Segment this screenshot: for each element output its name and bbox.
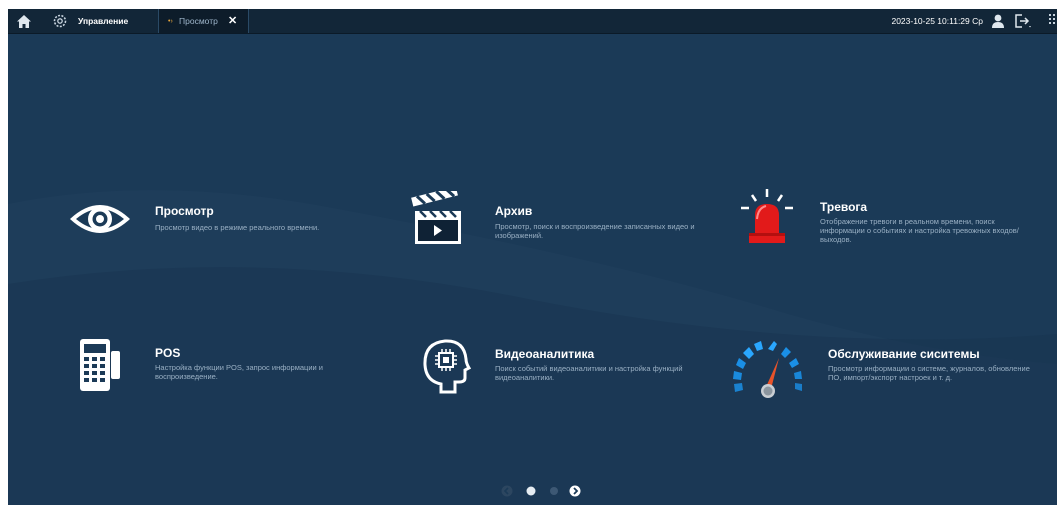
tile-live-view[interactable]: Просмотр Просмотр видео в режиме реально… xyxy=(63,189,393,259)
tab-live-view[interactable]: •› Просмотр ✕ xyxy=(158,9,249,33)
tab-live-view-label: Просмотр xyxy=(179,16,218,26)
tile-alarm[interactable]: Тревога Отображение тревоги в реальном в… xyxy=(736,189,1051,259)
clapperboard-icon xyxy=(411,191,461,244)
tile-live-view-title: Просмотр xyxy=(155,204,214,218)
logout-icon[interactable] xyxy=(1013,9,1033,33)
tile-video-analytics-title: Видеоаналитика xyxy=(495,347,595,361)
prev-page-icon[interactable] xyxy=(501,485,513,497)
tile-system-maintenance[interactable]: Обслуживание сиситемы Просмотр информаци… xyxy=(726,334,1051,404)
tile-video-analytics[interactable]: Видеоаналитика Поиск событий видеоаналит… xyxy=(408,336,728,401)
gear-icon[interactable] xyxy=(49,9,71,33)
close-tab-icon[interactable]: ✕ xyxy=(228,9,237,33)
user-icon[interactable] xyxy=(989,9,1007,33)
next-page-icon[interactable] xyxy=(569,485,581,497)
tab-management[interactable]: Управление xyxy=(72,9,134,33)
home-icon[interactable] xyxy=(12,9,36,33)
speedometer-icon xyxy=(733,341,802,398)
live-view-tab-icon: •› xyxy=(168,18,173,25)
top-bar: Управление •› Просмотр ✕ 2023-10-25 10:1… xyxy=(8,9,1057,34)
main-menu: Просмотр Просмотр видео в режиме реально… xyxy=(8,34,1057,505)
tile-system-maintenance-title: Обслуживание сиситемы xyxy=(828,347,980,361)
tile-pos-title: POS xyxy=(155,346,181,360)
tile-alarm-desc: Отображение тревоги в реальном времени, … xyxy=(820,217,1019,244)
background-wave xyxy=(8,190,1057,505)
pagination xyxy=(8,482,1057,502)
alarm-siren-icon xyxy=(741,189,793,243)
date-time-display: 2023-10-25 10:11:29 Ср xyxy=(891,16,983,26)
tile-pos[interactable]: POS Настройка функции POS, запрос информ… xyxy=(63,336,383,401)
app-window: Управление •› Просмотр ✕ 2023-10-25 10:1… xyxy=(8,9,1057,505)
tile-alarm-title: Тревога xyxy=(820,200,868,214)
tile-pos-desc: Настройка функции POS, запрос информации… xyxy=(155,363,323,381)
tile-archive[interactable]: Архив Просмотр, поиск и воспроизведение … xyxy=(408,189,728,259)
tile-archive-desc: Просмотр, поиск и воспроизведение записа… xyxy=(495,222,695,240)
eye-icon xyxy=(70,205,130,233)
tile-video-analytics-desc: Поиск событий видеоаналитики и настройка… xyxy=(495,364,683,382)
ai-head-icon xyxy=(423,339,471,394)
tile-archive-title: Архив xyxy=(495,204,533,218)
pos-terminal-icon xyxy=(80,339,120,391)
tile-system-maintenance-desc: Просмотр информации о системе, журналов,… xyxy=(828,364,1030,382)
tile-live-view-desc: Просмотр видео в режиме реального времен… xyxy=(155,223,320,232)
page-dot-2[interactable] xyxy=(548,485,560,497)
page-dot-1[interactable] xyxy=(525,485,537,497)
menu-grid-icon[interactable] xyxy=(1047,9,1057,33)
